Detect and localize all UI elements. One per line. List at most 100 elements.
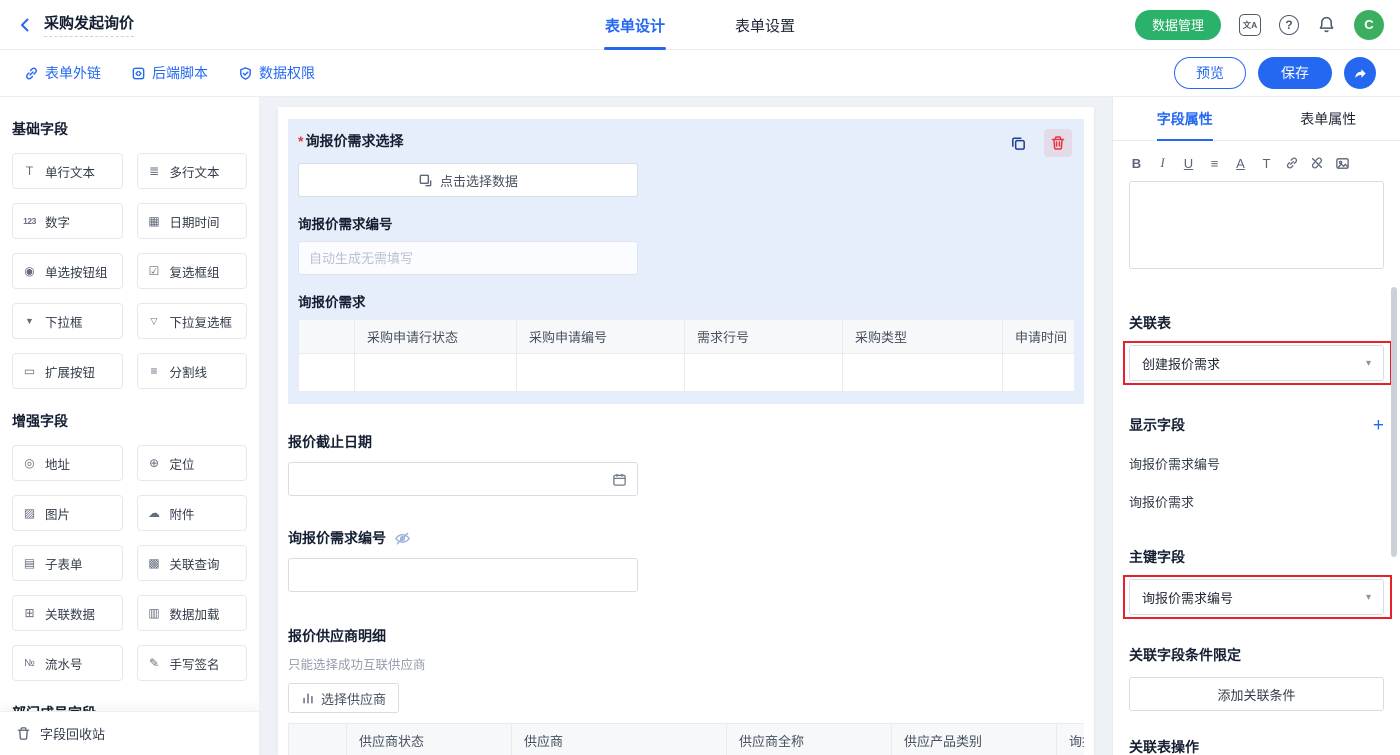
select-supplier-button[interactable]: 选择供应商 (288, 683, 399, 713)
field-button-number[interactable]: 123数字 (12, 203, 123, 239)
tab-form-settings-label: 表单设置 (735, 15, 795, 36)
bars-chart-icon (301, 691, 315, 705)
field-label: 扩展按钮 (45, 362, 95, 381)
field-button-multi-line-text[interactable]: ≣多行文本 (137, 153, 248, 189)
th-inquiry-cut: 询报 (1057, 724, 1085, 755)
field-sidebar: 基础字段 T单行文本 ≣多行文本 123数字 ▦日期时间 ◉单选按钮组 ☑复选框… (0, 97, 260, 755)
field-button-attachment[interactable]: ☁附件 (137, 495, 248, 531)
field-button-data-load[interactable]: ▥数据加载 (137, 595, 248, 631)
field-button-extend-button[interactable]: ▭ 扩展按钮 (12, 353, 123, 389)
deadline-field[interactable]: 报价截止日期 (288, 432, 1084, 496)
field-label: 图片 (45, 504, 70, 523)
data-permission-link[interactable]: 数据权限 (238, 63, 315, 83)
table-header-row: 采购申请行状态 采购申请编号 需求行号 采购类型 申请时间 (299, 320, 1075, 354)
help-icon[interactable]: ? (1279, 15, 1299, 35)
bold-button[interactable]: B (1129, 156, 1144, 171)
insert-image-button[interactable] (1335, 156, 1350, 171)
add-condition-button[interactable]: 添加关联条件 (1129, 677, 1384, 711)
data-load-icon: ▥ (146, 606, 163, 620)
field-button-image[interactable]: ▨图片 (12, 495, 123, 531)
share-arrow-icon (1353, 66, 1368, 81)
th-request-number: 采购申请编号 (517, 320, 685, 354)
field-label: 下拉框 (45, 312, 83, 331)
display-fields-label: 显示字段 (1129, 415, 1185, 435)
notification-bell-icon[interactable] (1317, 15, 1336, 34)
tab-form-settings[interactable]: 表单设置 (729, 0, 801, 50)
field-button-address[interactable]: ◎地址 (12, 445, 123, 481)
italic-button[interactable]: I (1155, 155, 1170, 171)
panel-scrollbar-thumb[interactable] (1391, 287, 1397, 557)
field-label: 多行文本 (170, 162, 220, 181)
tab-field-properties[interactable]: 字段属性 (1113, 97, 1257, 140)
related-table-value: 创建报价需求 (1142, 354, 1220, 373)
display-field-item[interactable]: 询报价需求编号 (1129, 454, 1384, 473)
font-size-button[interactable]: T (1259, 156, 1274, 171)
toolbar-actions: 预览 保存 (1174, 57, 1376, 89)
supplier-detail-label: 报价供应商明细 (288, 626, 1084, 646)
align-button[interactable]: ≡ (1207, 156, 1222, 171)
th-supplier-fullname: 供应商全称 (727, 724, 892, 755)
inquiry-number-input[interactable] (298, 241, 638, 275)
field-recycle-bin[interactable]: 字段回收站 (0, 711, 259, 755)
save-button[interactable]: 保存 (1258, 57, 1332, 89)
select-data-button[interactable]: 点击选择数据 (298, 163, 638, 197)
field-button-subform[interactable]: ▤子表单 (12, 545, 123, 581)
back-button[interactable] (16, 16, 34, 34)
duplicate-field-button[interactable] (1004, 129, 1032, 157)
selected-field-header: * 询报价需求选择 (298, 131, 1074, 151)
font-color-button[interactable]: A (1233, 156, 1248, 171)
preview-button[interactable]: 预览 (1174, 57, 1246, 89)
tab-form-design[interactable]: 表单设计 (599, 0, 671, 50)
field-description-textarea[interactable] (1129, 181, 1384, 269)
field-button-linked-data[interactable]: ⊞关联数据 (12, 595, 123, 631)
inquiry-demand-table: 采购申请行状态 采购申请编号 需求行号 采购类型 申请时间 (298, 319, 1074, 392)
insert-link-button[interactable] (1285, 156, 1299, 170)
selected-field-card[interactable]: * 询报价需求选择 点击选择数据 (288, 119, 1084, 404)
field-button-multi-select[interactable]: ▽下拉复选框 (137, 303, 248, 339)
inquiry-number-label: 询报价需求编号 (298, 213, 1074, 233)
header-left: 采购发起询价 (16, 12, 134, 37)
add-display-field-button[interactable]: + (1373, 416, 1384, 435)
inquiry-number-field-input[interactable] (288, 558, 638, 592)
language-icon[interactable]: 文A (1239, 14, 1261, 36)
delete-field-button[interactable] (1044, 129, 1072, 157)
supplier-detail-field[interactable]: 报价供应商明细 只能选择成功互联供应商 选择供应商 供应商状态 (288, 626, 1084, 755)
field-label: 下拉复选框 (170, 312, 233, 331)
backend-script-link[interactable]: 后端脚本 (131, 63, 208, 83)
field-button-serial-number[interactable]: №流水号 (12, 645, 123, 681)
primary-field-value: 询报价需求编号 (1142, 588, 1233, 607)
field-button-single-line-text[interactable]: T单行文本 (12, 153, 123, 189)
image-icon (1335, 156, 1350, 171)
underline-button[interactable]: U (1181, 156, 1196, 171)
remove-link-button[interactable] (1310, 156, 1324, 170)
field-button-checkbox-group[interactable]: ☑复选框组 (137, 253, 248, 289)
field-button-signature[interactable]: ✎手写签名 (137, 645, 248, 681)
field-button-datetime[interactable]: ▦日期时间 (137, 203, 248, 239)
data-manage-button[interactable]: 数据管理 (1135, 10, 1221, 40)
form-external-link[interactable]: 表单外链 (24, 63, 101, 83)
share-button[interactable] (1344, 57, 1376, 89)
primary-field-select[interactable]: 询报价需求编号 ▾ (1129, 579, 1384, 615)
checkbox-group-icon: ☑ (146, 264, 163, 278)
field-label: 单行文本 (45, 162, 95, 181)
script-icon (131, 66, 146, 81)
th-supplier: 供应商 (512, 724, 727, 755)
field-label: 数字 (45, 212, 70, 231)
th-supplier-status: 供应商状态 (347, 724, 512, 755)
extend-button-icon: ▭ (21, 364, 38, 378)
field-button-linked-query[interactable]: ▩关联查询 (137, 545, 248, 581)
inquiry-number-field[interactable]: 询报价需求编号 (288, 528, 1084, 592)
display-field-item[interactable]: 询报价需求 (1129, 492, 1384, 511)
field-button-location[interactable]: ⊕定位 (137, 445, 248, 481)
field-button-select[interactable]: ▼下拉框 (12, 303, 123, 339)
tab-form-properties[interactable]: 表单属性 (1257, 97, 1400, 140)
field-button-divider[interactable]: ≡分割线 (137, 353, 248, 389)
deadline-date-input[interactable] (288, 462, 638, 496)
linked-data-icon: ⊞ (21, 606, 38, 620)
field-label: 附件 (170, 504, 195, 523)
app-root: 采购发起询价 表单设计 表单设置 数据管理 文A ? C 表单外链 后端脚本 (0, 0, 1400, 755)
th-row-index (289, 724, 347, 755)
user-avatar[interactable]: C (1354, 10, 1384, 40)
field-button-radio-group[interactable]: ◉单选按钮组 (12, 253, 123, 289)
related-table-select[interactable]: 创建报价需求 ▾ (1129, 345, 1384, 381)
